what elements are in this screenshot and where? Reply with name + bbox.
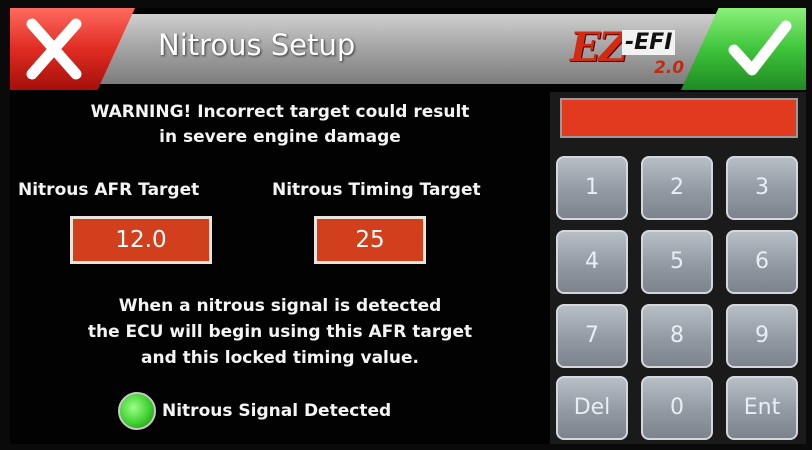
timing-target-field[interactable]: 25: [314, 216, 426, 264]
key-7[interactable]: 7: [556, 304, 628, 368]
key-8[interactable]: 8: [641, 304, 713, 368]
afr-target-label: Nitrous AFR Target: [18, 180, 200, 200]
key-5[interactable]: 5: [641, 230, 713, 294]
warning-line-1: WARNING! Incorrect target could result: [90, 102, 470, 122]
page-title: Nitrous Setup: [158, 28, 356, 62]
key-1[interactable]: 1: [556, 156, 628, 220]
checkmark-icon: [728, 20, 792, 76]
key-2[interactable]: 2: [641, 156, 713, 220]
screen: Nitrous Setup EZ -EFI 2.0 WARNING! Incor…: [10, 8, 806, 444]
numeric-keypad: 1 2 3 4 5 6 7 8 9 Del 0 Ent: [550, 92, 806, 444]
timing-target-label: Nitrous Timing Target: [272, 180, 481, 200]
info-message: When a nitrous signal is detected the EC…: [10, 293, 550, 371]
key-6[interactable]: 6: [726, 230, 798, 294]
enter-key[interactable]: Ent: [726, 376, 798, 440]
key-0[interactable]: 0: [641, 376, 713, 440]
close-icon: [26, 18, 82, 80]
info-line-2: the ECU will begin using this AFR target: [87, 322, 473, 342]
warning-line-2: in severe engine damage: [159, 127, 401, 147]
brand-logo: EZ -EFI 2.0: [570, 24, 685, 78]
warning-message: WARNING! Incorrect target could result i…: [10, 100, 550, 150]
header-bar: Nitrous Setup EZ -EFI 2.0: [10, 8, 806, 90]
key-4[interactable]: 4: [556, 230, 628, 294]
signal-led-icon: [118, 392, 156, 430]
key-9[interactable]: 9: [726, 304, 798, 368]
key-3[interactable]: 3: [726, 156, 798, 220]
info-line-1: When a nitrous signal is detected: [118, 296, 442, 316]
info-line-3: and this locked timing value.: [141, 348, 419, 368]
keypad-display: [560, 98, 798, 138]
afr-target-field[interactable]: 12.0: [70, 216, 212, 264]
signal-label: Nitrous Signal Detected: [162, 401, 392, 421]
delete-key[interactable]: Del: [556, 376, 628, 440]
